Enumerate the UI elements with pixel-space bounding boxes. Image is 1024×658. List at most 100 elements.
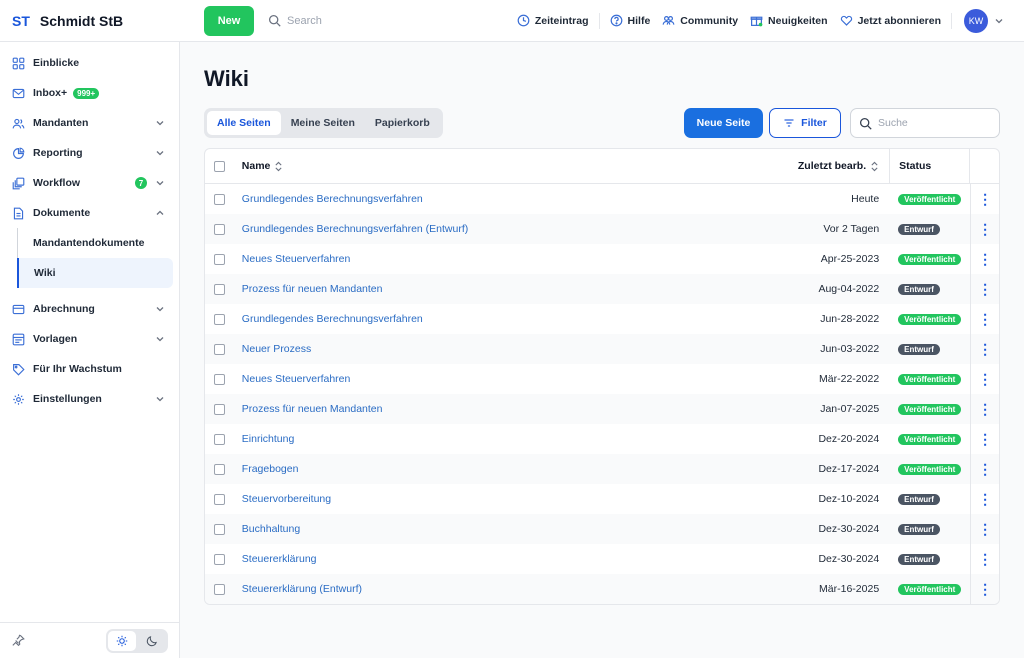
community-icon (662, 15, 675, 25)
tab-meine-seiten[interactable]: Meine Seiten (281, 111, 365, 135)
page-link[interactable]: Prozess für neuen Mandanten (242, 403, 383, 415)
more-vertical-icon[interactable]: ⋮ (978, 432, 992, 446)
status-badge: Entwurf (898, 343, 940, 355)
more-vertical-icon[interactable]: ⋮ (978, 552, 992, 566)
theme-toggle[interactable] (106, 628, 168, 653)
sidebar-item-workflow[interactable]: Workflow 7 (0, 168, 179, 198)
tab-alle-seiten[interactable]: Alle Seiten (207, 111, 281, 135)
table-row[interactable]: Prozess für neuen Mandanten Aug-04-2022 En… (205, 274, 999, 304)
page-link[interactable]: Neues Steuerverfahren (242, 253, 351, 265)
sidebar-item-inbox[interactable]: Inbox+ 999+ (0, 78, 179, 108)
sidebar-subitem-mandantendokumente[interactable]: Mandantendokumente (17, 228, 179, 258)
page-link[interactable]: Steuererklärung (Entwurf) (242, 583, 362, 595)
help-link[interactable]: Hilfe (604, 14, 657, 27)
more-vertical-icon[interactable]: ⋮ (978, 192, 992, 206)
row-checkbox[interactable] (213, 553, 225, 565)
row-checkbox[interactable] (213, 433, 225, 445)
table-row[interactable]: Steuererklärung (Entwurf) Mär-16-2025 Verö… (205, 574, 999, 604)
wiki-search-input[interactable] (878, 117, 988, 129)
page-link[interactable]: Prozess für neuen Mandanten (242, 283, 383, 295)
sidebar-item-wachstum[interactable]: Für Ihr Wachstum (0, 354, 179, 384)
chevron-down-icon[interactable] (994, 16, 1004, 26)
row-checkbox[interactable] (213, 523, 225, 535)
more-vertical-icon[interactable]: ⋮ (978, 522, 992, 536)
more-vertical-icon[interactable]: ⋮ (978, 492, 992, 506)
more-vertical-icon[interactable]: ⋮ (978, 312, 992, 326)
wiki-table: Name Zuletzt bearb. Status Grundlegendes… (204, 148, 1000, 605)
row-checkbox[interactable] (213, 583, 225, 595)
row-checkbox[interactable] (213, 253, 225, 265)
row-checkbox[interactable] (213, 343, 225, 355)
page-link[interactable]: Neues Steuerverfahren (242, 373, 351, 385)
table-row[interactable]: Steuervorbereitung Dez-10-2024 Entwurf ⋮ (205, 484, 999, 514)
chevron-down-icon (155, 394, 165, 404)
table-row[interactable]: Prozess für neuen Mandanten Jan-07-2025 Ve… (205, 394, 999, 424)
table-row[interactable]: Buchhaltung Dez-30-2024 Entwurf ⋮ (205, 514, 999, 544)
subscribe-link[interactable]: Jetzt abonnieren (834, 14, 947, 27)
status-column-header: Status (889, 149, 971, 183)
row-checkbox[interactable] (213, 193, 225, 205)
sidebar-item-reporting[interactable]: Reporting (0, 138, 179, 168)
select-all-checkbox[interactable] (213, 160, 225, 172)
row-checkbox[interactable] (213, 463, 225, 475)
table-row[interactable]: Grundlegendes Berechnungsverfahren Jun-28… (205, 304, 999, 334)
table-row[interactable]: Neues Steuerverfahren Mär-22-2022 Veröffen… (205, 364, 999, 394)
community-link[interactable]: Community (656, 14, 744, 27)
name-column-header[interactable]: Name (234, 160, 762, 172)
news-link[interactable]: Neuigkeiten (744, 14, 834, 27)
page-link[interactable]: Neuer Prozess (242, 343, 311, 355)
more-vertical-icon[interactable]: ⋮ (978, 462, 992, 476)
sidebar-item-dokumente[interactable]: Dokumente (0, 198, 179, 228)
pin-icon[interactable] (12, 634, 25, 647)
table-row[interactable]: Grundlegendes Berechnungsverfahren Heute V… (205, 184, 999, 214)
more-vertical-icon[interactable]: ⋮ (978, 582, 992, 596)
sidebar-subitem-wiki[interactable]: Wiki (17, 258, 173, 288)
filter-button[interactable]: Filter (769, 108, 841, 138)
row-checkbox[interactable] (213, 373, 225, 385)
page-link[interactable]: Fragebogen (242, 463, 299, 475)
sidebar-item-einstellungen[interactable]: Einstellungen (0, 384, 179, 414)
table-row[interactable]: Neues Steuerverfahren Apr-25-2023 Veröffen… (205, 244, 999, 274)
table-row[interactable]: Grundlegendes Berechnungsverfahren (Entw… (205, 214, 999, 244)
new-button[interactable]: New (204, 5, 254, 36)
page-link[interactable]: Steuererklärung (242, 553, 317, 565)
tab-papierkorb[interactable]: Papierkorb (365, 111, 440, 135)
table-row[interactable]: Fragebogen Dez-17-2024 Veröffentlicht ⋮ (205, 454, 999, 484)
wiki-search[interactable] (850, 108, 1000, 138)
status-badge: Entwurf (898, 493, 940, 505)
page-link[interactable]: Buchhaltung (242, 523, 300, 535)
table-row[interactable]: Neuer Prozess Jun-03-2022 Entwurf ⋮ (205, 334, 999, 364)
row-checkbox[interactable] (213, 283, 225, 295)
avatar[interactable]: KW (964, 8, 988, 33)
sun-icon[interactable] (108, 630, 136, 651)
more-vertical-icon[interactable]: ⋮ (978, 402, 992, 416)
row-checkbox[interactable] (213, 313, 225, 325)
page-link[interactable]: Grundlegendes Berechnungsverfahren (Entw… (242, 223, 468, 235)
moon-icon[interactable] (138, 631, 166, 651)
global-search-placeholder: Search (287, 14, 322, 27)
sidebar-item-einblicke[interactable]: Einblicke (0, 48, 179, 78)
table-row[interactable]: Steuererklärung Dez-30-2024 Entwurf ⋮ (205, 544, 999, 574)
page-link[interactable]: Steuervorbereitung (242, 493, 331, 505)
sidebar-item-mandanten[interactable]: Mandanten (0, 108, 179, 138)
sidebar-item-abrechnung[interactable]: Abrechnung (0, 294, 179, 324)
more-vertical-icon[interactable]: ⋮ (978, 342, 992, 356)
new-page-button[interactable]: Neue Seite (684, 108, 763, 138)
date-column-header[interactable]: Zuletzt bearb. (762, 160, 889, 172)
last-edited: Aug-04-2022 (818, 283, 880, 295)
more-vertical-icon[interactable]: ⋮ (978, 222, 992, 236)
brand[interactable]: ST Schmidt StB (0, 13, 180, 29)
sidebar-item-vorlagen[interactable]: Vorlagen (0, 324, 179, 354)
page-link[interactable]: Einrichtung (242, 433, 295, 445)
more-vertical-icon[interactable]: ⋮ (978, 372, 992, 386)
row-checkbox[interactable] (213, 223, 225, 235)
more-vertical-icon[interactable]: ⋮ (978, 282, 992, 296)
page-link[interactable]: Grundlegendes Berechnungsverfahren (242, 193, 423, 205)
page-link[interactable]: Grundlegendes Berechnungsverfahren (242, 313, 423, 325)
time-entry-link[interactable]: Zeiteintrag (511, 14, 595, 27)
row-checkbox[interactable] (213, 493, 225, 505)
table-row[interactable]: Einrichtung Dez-20-2024 Veröffentlicht ⋮ (205, 424, 999, 454)
global-search[interactable]: Search (268, 14, 488, 27)
more-vertical-icon[interactable]: ⋮ (978, 252, 992, 266)
row-checkbox[interactable] (213, 403, 225, 415)
